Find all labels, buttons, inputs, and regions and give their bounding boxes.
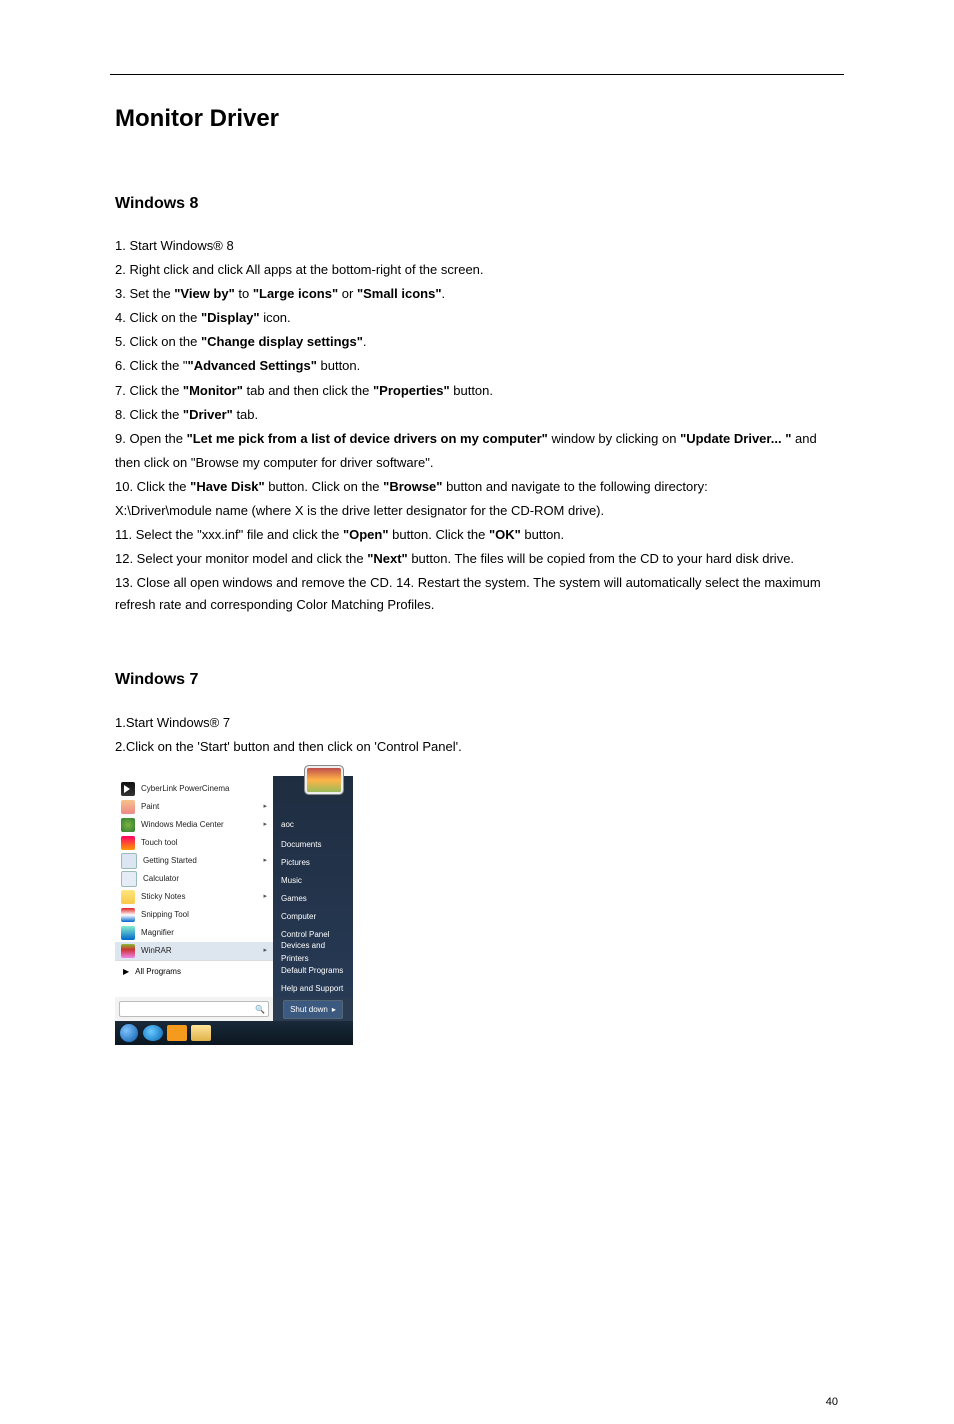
step: 13. Close all open windows and remove th…: [115, 572, 839, 616]
step: X:\Driver\module name (where X is the dr…: [115, 500, 839, 522]
ie-icon[interactable]: [143, 1025, 163, 1041]
program-item[interactable]: Snipping Tool: [115, 906, 273, 924]
program-item[interactable]: Calculator: [115, 870, 273, 888]
shutdown-button[interactable]: Shut down▸: [283, 1000, 343, 1020]
program-item[interactable]: Sticky Notes▸: [115, 888, 273, 906]
chevron-right-icon: ▶: [123, 965, 129, 979]
all-programs[interactable]: ▶All Programs: [115, 960, 273, 983]
submenu-arrow-icon: ▸: [263, 801, 267, 813]
step: 6. Click the ""Advanced Settings" button…: [115, 355, 839, 377]
powercinema-icon: [121, 782, 135, 796]
touch-tool-icon: [121, 836, 135, 850]
sticky-notes-icon: [121, 890, 135, 904]
step: 11. Select the "xxx.inf" file and click …: [115, 524, 839, 546]
step: 3. Set the "View by" to "Large icons" or…: [115, 283, 839, 305]
right-item[interactable]: Computer: [273, 907, 353, 925]
program-item[interactable]: Getting Started▸: [115, 852, 273, 870]
program-item[interactable]: Windows Media Center▸: [115, 816, 273, 834]
right-item[interactable]: Default Programs: [273, 961, 353, 979]
account-name[interactable]: aoc: [273, 812, 353, 836]
right-item[interactable]: Help and Support: [273, 979, 353, 997]
explorer-icon[interactable]: [191, 1025, 211, 1041]
calculator-icon: [121, 871, 137, 887]
program-item[interactable]: Magnifier: [115, 924, 273, 942]
program-item[interactable]: Paint▸: [115, 798, 273, 816]
wmc-icon: [121, 818, 135, 832]
start-left-pane: CyberLink PowerCinema Paint▸ Windows Med…: [115, 776, 273, 998]
submenu-arrow-icon: ▸: [263, 819, 267, 831]
step: 2. Right click and click All apps at the…: [115, 259, 839, 281]
magnifier-icon: [121, 926, 135, 940]
step: 7. Click the "Monitor" tab and then clic…: [115, 380, 839, 402]
step: 4. Click on the "Display" icon.: [115, 307, 839, 329]
step: 2.Click on the 'Start' button and then c…: [115, 736, 839, 758]
step: 10. Click the "Have Disk" button. Click …: [115, 476, 839, 498]
step: 9. Open the "Let me pick from a list of …: [115, 428, 839, 450]
taskbar: [115, 1021, 353, 1045]
submenu-arrow-icon: ▸: [263, 855, 267, 867]
search-input[interactable]: 🔍: [119, 1001, 269, 1017]
right-item[interactable]: Pictures: [273, 853, 353, 871]
user-avatar-icon: [307, 768, 341, 792]
right-item[interactable]: Music: [273, 871, 353, 889]
getting-started-icon: [121, 853, 137, 869]
chevron-right-icon: ▸: [332, 1003, 336, 1017]
wmp-icon[interactable]: [167, 1025, 187, 1041]
section-title: Monitor Driver: [115, 99, 839, 140]
step: 5. Click on the "Change display settings…: [115, 331, 839, 353]
step: then click on "Browse my computer for dr…: [115, 452, 839, 474]
page-rule: [110, 74, 844, 75]
step: 1.Start Windows® 7: [115, 712, 839, 734]
paint-icon: [121, 800, 135, 814]
step: 1. Start Windows® 8: [115, 235, 839, 257]
program-item[interactable]: Touch tool: [115, 834, 273, 852]
submenu-arrow-icon: ▸: [263, 945, 267, 957]
subsection-win7: Windows 7: [115, 666, 839, 693]
search-icon: 🔍: [255, 1003, 265, 1017]
right-item[interactable]: Documents: [273, 835, 353, 853]
page-number: 40: [826, 1396, 838, 1408]
snipping-tool-icon: [121, 908, 135, 922]
step: 8. Click the "Driver" tab.: [115, 404, 839, 426]
start-menu-figure: CyberLink PowerCinema Paint▸ Windows Med…: [115, 776, 353, 1046]
right-item[interactable]: Games: [273, 889, 353, 907]
start-orb-icon[interactable]: [119, 1023, 139, 1043]
winrar-icon: [121, 944, 135, 958]
start-right-pane: aoc Documents Pictures Music Games Compu…: [273, 776, 353, 998]
program-item-highlighted[interactable]: WinRAR▸: [115, 942, 273, 960]
step: 12. Select your monitor model and click …: [115, 548, 839, 570]
subsection-win8: Windows 8: [115, 190, 839, 217]
submenu-arrow-icon: ▸: [263, 891, 267, 903]
program-item[interactable]: CyberLink PowerCinema: [115, 780, 273, 798]
right-item[interactable]: Devices and Printers: [273, 943, 353, 961]
